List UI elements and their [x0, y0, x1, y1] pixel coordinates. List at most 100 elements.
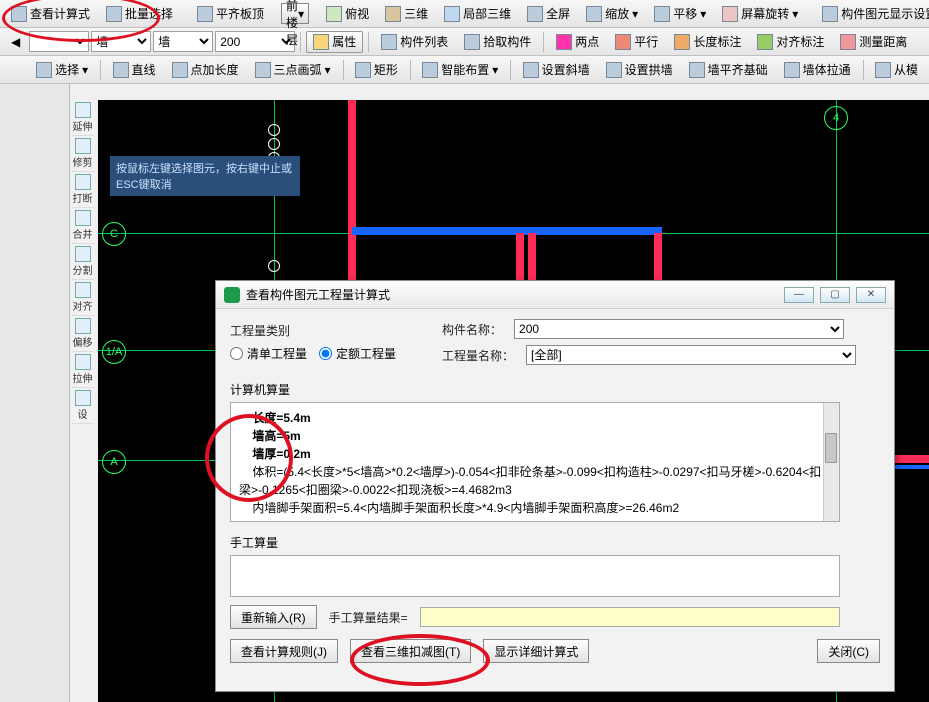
- canvas-tooltip: 按鼠标左键选择图元，按右键中止或ESC键取消: [110, 156, 300, 196]
- measure-button[interactable]: 测量距离: [833, 31, 914, 53]
- radio-bill[interactable]: 清单工程量: [230, 345, 307, 362]
- view-formula-button[interactable]: 查看计算式: [4, 3, 97, 25]
- cube-icon: [385, 6, 401, 22]
- manual-textbox[interactable]: [230, 555, 840, 597]
- 3d-button[interactable]: 三维: [378, 3, 435, 25]
- scrollbar-thumb[interactable]: [825, 433, 837, 463]
- addlen-icon: [172, 62, 188, 78]
- vtool-merge[interactable]: 合并: [72, 208, 94, 244]
- zoom-icon: [586, 6, 602, 22]
- wall-leveling-button[interactable]: 墙平齐基础: [682, 59, 775, 81]
- wall-combo-2[interactable]: 墙: [153, 31, 213, 52]
- local-3d-button[interactable]: 局部三维: [437, 3, 518, 25]
- current-floor-dropdown[interactable]: 当前楼层 ▾: [281, 3, 309, 24]
- fullscreen-icon: [527, 6, 543, 22]
- valign-label: 对齐: [73, 298, 93, 313]
- show-detail-button[interactable]: 显示详细计算式: [483, 639, 589, 663]
- dialog-icon: [224, 287, 240, 303]
- property-button[interactable]: 属性: [306, 31, 363, 53]
- merge-icon: [75, 210, 91, 226]
- rect-label: 矩形: [374, 61, 398, 78]
- add-length-button[interactable]: 点加长度: [165, 59, 246, 81]
- line-button[interactable]: 直线: [106, 59, 163, 81]
- calculation-textbox[interactable]: 长度=5.4m 墙高=5m 墙厚=0.2m 体积=(5.4<长度>*5<墙高>*…: [230, 402, 840, 522]
- dialog-titlebar[interactable]: 查看构件图元工程量计算式 — ▢ ✕: [216, 281, 894, 309]
- thickness-combo[interactable]: 200: [215, 31, 295, 52]
- scrollbar[interactable]: [823, 403, 839, 521]
- pick-component-label: 拾取构件: [483, 33, 531, 50]
- nav-left-button[interactable]: ◀: [4, 31, 27, 53]
- comp-name-label: 构件名称：: [442, 321, 502, 338]
- wall-through-button[interactable]: 墙体拉通: [777, 59, 858, 81]
- dialog-body: 工程量类别 清单工程量 定额工程量 构件名称： 200 工程量名称： [全部] …: [216, 309, 894, 673]
- vtool-offset[interactable]: 偏移: [72, 316, 94, 352]
- radio-quota[interactable]: 定额工程量: [319, 345, 396, 362]
- line-icon: [113, 62, 129, 78]
- parallel-button[interactable]: 平行: [608, 31, 665, 53]
- view-formula-label: 查看计算式: [30, 5, 90, 22]
- component-table-button[interactable]: 构件列表: [374, 31, 455, 53]
- view-rule-button[interactable]: 查看计算规则(J): [230, 639, 338, 663]
- align-board-top-button[interactable]: 平齐板顶: [190, 3, 271, 25]
- layer-combo[interactable]: [29, 31, 89, 52]
- overlook-button[interactable]: 俯视: [319, 3, 376, 25]
- set-icon: [75, 390, 91, 406]
- left-panel: [0, 84, 70, 702]
- vtool-stretch[interactable]: 拉伸: [72, 352, 94, 388]
- two-point-button[interactable]: 两点: [549, 31, 606, 53]
- set-arch-button[interactable]: 设置拱墙: [599, 59, 680, 81]
- three-arc-label: 三点画弧: [274, 61, 322, 78]
- radio-quota-input[interactable]: [319, 347, 332, 360]
- zoom-dropdown[interactable]: 缩放 ▾: [579, 3, 645, 25]
- stretch-label: 拉伸: [73, 370, 93, 385]
- set-ramp-label: 设置斜墙: [542, 61, 590, 78]
- vtool-trim[interactable]: 修剪: [72, 136, 94, 172]
- break-icon: [75, 174, 91, 190]
- minimize-button[interactable]: —: [784, 287, 814, 303]
- break-label: 打断: [73, 190, 93, 205]
- quantity-name-select[interactable]: [全部]: [526, 345, 856, 365]
- property-icon: [313, 34, 329, 50]
- qty-name-label: 工程量名称：: [442, 347, 514, 364]
- screen-rotate-dropdown[interactable]: 屏幕旋转 ▾: [715, 3, 805, 25]
- component-name-select[interactable]: 200: [514, 319, 844, 339]
- length-annot-button[interactable]: 长度标注: [667, 31, 748, 53]
- two-point-label: 两点: [575, 33, 599, 50]
- fullscreen-button[interactable]: 全屏: [520, 3, 577, 25]
- component-display-button[interactable]: 构件图元显示设置: [815, 3, 929, 25]
- rect-button[interactable]: 矩形: [348, 59, 405, 81]
- separator: [368, 32, 369, 52]
- measure-label: 测量距离: [859, 33, 907, 50]
- pan-dropdown[interactable]: 平移 ▾: [647, 3, 713, 25]
- radio-bill-input[interactable]: [230, 347, 243, 360]
- wall-combo-1[interactable]: 墙: [91, 31, 151, 52]
- maximize-button[interactable]: ▢: [820, 287, 850, 303]
- from-button[interactable]: 从模: [868, 59, 925, 81]
- from-icon: [875, 62, 891, 78]
- vtool-extend[interactable]: 延伸: [72, 100, 94, 136]
- vtool-align[interactable]: 对齐: [72, 280, 94, 316]
- close-x-button[interactable]: ✕: [856, 287, 886, 303]
- vtool-split[interactable]: 分割: [72, 244, 94, 280]
- grid-marker: [268, 260, 280, 272]
- pick-component-button[interactable]: 拾取构件: [457, 31, 538, 53]
- three-arc-dropdown[interactable]: 三点画弧 ▾: [248, 59, 338, 81]
- wall-through-label: 墙体拉通: [803, 61, 851, 78]
- smart-layout-dropdown[interactable]: 智能布置 ▾: [415, 59, 505, 81]
- view-3d-deduction-button[interactable]: 查看三维扣减图(T): [350, 639, 471, 663]
- arc-icon: [255, 62, 271, 78]
- 3d-label: 三维: [404, 5, 428, 22]
- batch-select-label: 批量选择: [125, 5, 173, 22]
- qty-type-label: 工程量类别: [230, 322, 430, 339]
- local3d-label: 局部三维: [463, 5, 511, 22]
- close-button[interactable]: 关闭(C): [817, 639, 880, 663]
- vtool-break[interactable]: 打断: [72, 172, 94, 208]
- select-dropdown[interactable]: 选择 ▾: [29, 59, 95, 81]
- vtool-set[interactable]: 设: [72, 388, 94, 424]
- manual-result-box[interactable]: [420, 607, 840, 627]
- align-annot-button[interactable]: 对齐标注: [750, 31, 831, 53]
- set-ramp-button[interactable]: 设置斜墙: [516, 59, 597, 81]
- set-label: 设: [78, 406, 88, 421]
- batch-select-button[interactable]: 批量选择: [99, 3, 180, 25]
- reinput-button[interactable]: 重新输入(R): [230, 605, 317, 629]
